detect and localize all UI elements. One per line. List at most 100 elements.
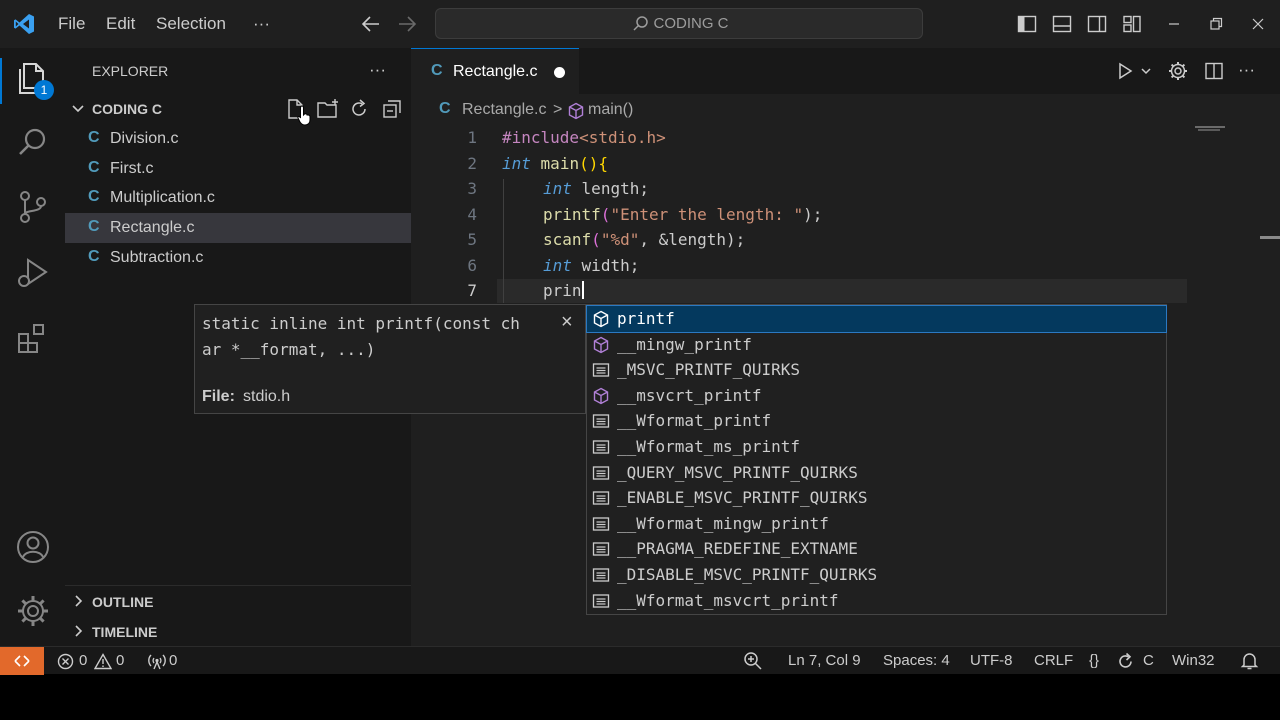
- chevron-down-icon[interactable]: [1140, 65, 1152, 77]
- code-line-5[interactable]: scanf("%d", &length);: [543, 230, 745, 249]
- explorer-badge: 1: [34, 80, 54, 100]
- code-line-4[interactable]: printf("Enter the length: ");: [543, 205, 822, 224]
- code-token: int: [543, 255, 572, 275]
- code-token: (: [591, 230, 601, 249]
- code-line-7[interactable]: prin: [543, 281, 584, 300]
- bell-icon[interactable]: [1240, 651, 1259, 671]
- new-folder-icon[interactable]: [316, 98, 340, 120]
- search-activity[interactable]: [14, 124, 52, 162]
- sync-icon[interactable]: [1116, 652, 1135, 671]
- explorer-title: EXPLORER: [92, 63, 169, 79]
- forward-arrow-icon[interactable]: [396, 14, 418, 34]
- close-icon[interactable]: ×: [561, 311, 573, 334]
- breadcrumb-separator: >: [553, 101, 563, 118]
- end-of-line[interactable]: CRLF: [1034, 652, 1073, 669]
- outline-section-header[interactable]: OUTLINE: [65, 588, 411, 614]
- gear-icon[interactable]: [1168, 61, 1188, 81]
- minimize-icon[interactable]: [1164, 14, 1184, 34]
- divider: [65, 585, 411, 586]
- refresh-icon[interactable]: [348, 98, 370, 120]
- suggestion-item[interactable]: __PRAGMA_REDEFINE_EXTNAME: [587, 536, 1166, 562]
- menu-edit[interactable]: Edit: [106, 0, 135, 48]
- code-line-6[interactable]: int width;: [543, 256, 639, 275]
- folder-header[interactable]: CODING C: [65, 96, 411, 126]
- breadcrumb-file[interactable]: Rectangle.c: [462, 101, 547, 119]
- menu-file[interactable]: File: [58, 0, 85, 48]
- zoom-icon[interactable]: [743, 651, 763, 671]
- toggle-primary-sidebar-icon[interactable]: [1017, 14, 1037, 34]
- code-line-1[interactable]: #include<stdio.h>: [502, 128, 666, 147]
- c-file-icon: C: [88, 248, 100, 265]
- unsaved-dot-icon[interactable]: [554, 67, 565, 78]
- platform[interactable]: Win32: [1172, 652, 1215, 669]
- editor-more-button[interactable]: ···: [1238, 60, 1255, 80]
- tab-rectangle-c[interactable]: C Rectangle.c: [411, 48, 579, 94]
- code-line-3[interactable]: int length;: [543, 179, 649, 198]
- code-token: "%d": [600, 230, 640, 249]
- file-item-division[interactable]: C Division.c: [65, 124, 411, 154]
- tab-bar: C Rectangle.c ···: [411, 48, 1280, 94]
- code-token: #include: [502, 128, 580, 147]
- file-item-subtraction[interactable]: C Subtraction.c: [65, 243, 411, 273]
- collapse-all-icon[interactable]: [381, 98, 403, 120]
- braces-icon[interactable]: {}: [1089, 652, 1099, 669]
- warning-count[interactable]: 0: [116, 652, 124, 669]
- minimap[interactable]: [1195, 126, 1225, 134]
- suggestion-item[interactable]: __msvcrt_printf: [587, 383, 1166, 409]
- ports-count[interactable]: 0: [169, 652, 177, 669]
- vscode-logo-icon[interactable]: [12, 12, 36, 36]
- title-bar: File Edit Selection ··· CODING C: [0, 0, 1280, 48]
- suggestion-label: __Wformat_ms_printf: [617, 437, 801, 456]
- toggle-panel-icon[interactable]: [1052, 14, 1072, 34]
- c-file-icon: C: [88, 159, 100, 176]
- back-arrow-icon[interactable]: [360, 14, 382, 34]
- account-icon: [17, 531, 49, 563]
- close-window-icon[interactable]: [1248, 14, 1268, 34]
- file-item-multiplication[interactable]: C Multiplication.c: [65, 183, 411, 213]
- file-item-rectangle[interactable]: C Rectangle.c: [65, 213, 411, 243]
- ports-icon: [148, 654, 166, 670]
- suggestion-item[interactable]: printf: [586, 305, 1167, 333]
- suggestion-item[interactable]: _QUERY_MSVC_PRINTF_QUIRKS: [587, 460, 1166, 486]
- encoding[interactable]: UTF-8: [970, 652, 1013, 669]
- c-file-icon: C: [431, 62, 443, 79]
- suggestion-item[interactable]: __Wformat_mingw_printf: [587, 511, 1166, 537]
- extensions-activity[interactable]: [14, 320, 52, 358]
- manage-activity[interactable]: [14, 592, 52, 630]
- suggestion-item[interactable]: __mingw_printf: [587, 332, 1166, 358]
- code-line-2[interactable]: int main(){: [502, 154, 608, 173]
- explorer-activity[interactable]: 1: [14, 60, 54, 100]
- line-number: 2: [467, 153, 477, 173]
- suggestion-item[interactable]: _MSVC_PRINTF_QUIRKS: [587, 357, 1166, 383]
- remote-indicator[interactable]: [0, 647, 44, 675]
- error-count[interactable]: 0: [79, 652, 87, 669]
- suggestion-label: _DISABLE_MSVC_PRINTF_QUIRKS: [617, 565, 878, 584]
- run-icon[interactable]: [1116, 62, 1134, 80]
- customize-layout-icon[interactable]: [1122, 14, 1142, 34]
- split-editor-icon[interactable]: [1204, 61, 1224, 81]
- accounts-activity[interactable]: [14, 528, 52, 566]
- suggestion-item[interactable]: _DISABLE_MSVC_PRINTF_QUIRKS: [587, 562, 1166, 588]
- file-item-first[interactable]: C First.c: [65, 154, 411, 184]
- menu-selection[interactable]: Selection: [156, 0, 226, 48]
- suggestion-label: __Wformat_msvcrt_printf: [617, 590, 839, 610]
- toggle-secondary-sidebar-icon[interactable]: [1087, 14, 1107, 34]
- suggestion-item[interactable]: __Wformat_msvcrt_printf: [587, 588, 1166, 614]
- suggestion-item[interactable]: __Wformat_ms_printf: [587, 434, 1166, 460]
- source-control-activity[interactable]: [14, 188, 52, 226]
- run-debug-activity[interactable]: [14, 254, 52, 292]
- suggestion-item[interactable]: __Wformat_printf: [587, 408, 1166, 434]
- line-number: 1: [467, 128, 477, 147]
- macro-symbol-icon: [592, 593, 610, 608]
- breadcrumb-symbol[interactable]: main(): [588, 101, 633, 119]
- timeline-section-header[interactable]: TIMELINE: [65, 618, 411, 644]
- explorer-more-button[interactable]: ···: [369, 60, 386, 80]
- language-mode[interactable]: C: [1143, 652, 1154, 669]
- cursor-position[interactable]: Ln 7, Col 9: [788, 652, 861, 669]
- scrollbar-thumb[interactable]: [1260, 236, 1280, 239]
- restore-icon[interactable]: [1206, 14, 1226, 34]
- indentation[interactable]: Spaces: 4: [883, 652, 950, 669]
- menu-more[interactable]: ···: [253, 0, 270, 48]
- command-center-search[interactable]: CODING C: [435, 8, 923, 39]
- suggestion-item[interactable]: _ENABLE_MSVC_PRINTF_QUIRKS: [587, 485, 1166, 511]
